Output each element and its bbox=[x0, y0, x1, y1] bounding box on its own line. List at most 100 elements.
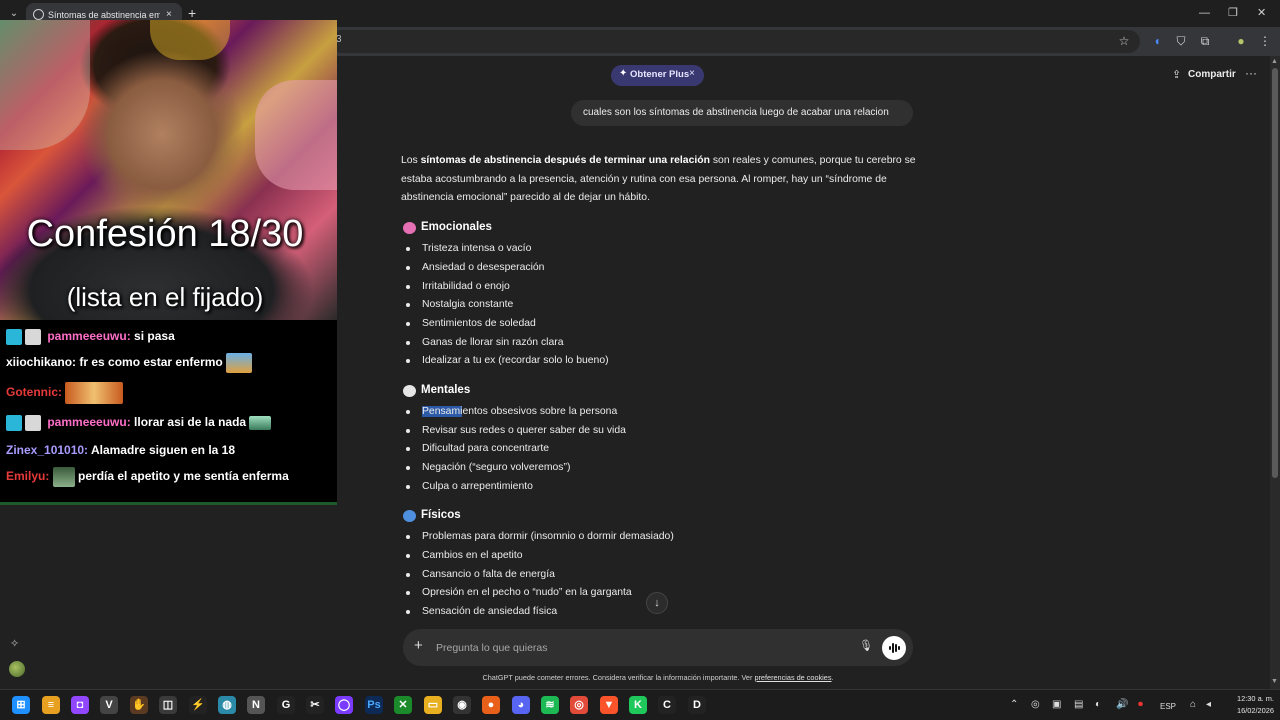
file-explorer-icon[interactable]: ▭ bbox=[424, 696, 442, 714]
page-scrollbar[interactable]: ▲ ▼ bbox=[1270, 56, 1280, 689]
waveform-icon bbox=[892, 643, 894, 653]
windows-taskbar: ⊞ ≡ ◘ V ✋ ◫ ⚡ ◍ N G ✂ ◯ Ps ✕ ▭ ◉ ● ◕ ≋ ◎… bbox=[0, 689, 1280, 720]
webcam-background-poster bbox=[150, 20, 230, 60]
scrollbar-thumb[interactable] bbox=[1272, 68, 1278, 478]
windows-start-icon[interactable]: ⊞ bbox=[12, 696, 30, 714]
firefox-icon[interactable]: ● bbox=[482, 696, 500, 714]
c-app-icon[interactable]: C bbox=[658, 696, 676, 714]
brave-icon[interactable]: ▼ bbox=[600, 696, 618, 714]
notion-icon[interactable]: N bbox=[247, 696, 265, 714]
capture-app-icon[interactable]: ◫ bbox=[159, 696, 177, 714]
chat-text: si pasa bbox=[134, 329, 175, 343]
list-item: Cambios en el apetito bbox=[422, 550, 523, 561]
badge-icon bbox=[25, 414, 41, 431]
chat-text: Alamadre siguen en la 18 bbox=[90, 443, 236, 457]
stacks-app-icon[interactable]: ≡ bbox=[42, 696, 60, 714]
spotify-icon[interactable]: ≋ bbox=[541, 696, 559, 714]
bookmark-star-icon[interactable]: ☆ bbox=[1116, 33, 1132, 49]
scroll-to-bottom-button[interactable]: ↓ bbox=[646, 592, 668, 614]
list-item: Ganas de llorar sin razón clara bbox=[422, 337, 564, 348]
list-item: Dificultad para concentrarte bbox=[422, 443, 550, 454]
section-title: Físicos bbox=[421, 509, 461, 521]
obs-purple-icon[interactable]: ◯ bbox=[335, 696, 353, 714]
volume-icon[interactable]: 🔊 bbox=[1116, 699, 1128, 711]
speaker-icon[interactable]: ◂ bbox=[1206, 699, 1211, 711]
bullet-dot bbox=[406, 322, 410, 326]
bullet-dot bbox=[406, 447, 410, 451]
bullet-dot bbox=[406, 266, 410, 270]
twitch-icon[interactable]: ◘ bbox=[71, 696, 89, 714]
chat-username: pammeeeuwu: bbox=[47, 415, 131, 429]
profile-avatar-icon[interactable]: ● bbox=[1233, 33, 1249, 49]
waveform-icon bbox=[889, 646, 891, 650]
discord-icon[interactable]: ◕ bbox=[512, 696, 530, 714]
microphone-icon[interactable]: 🎙 bbox=[858, 639, 874, 655]
hand-app-icon[interactable]: ✋ bbox=[130, 696, 148, 714]
extensions-puzzle-icon[interactable]: ⧉ bbox=[1197, 33, 1213, 49]
kick-icon[interactable]: K bbox=[629, 696, 647, 714]
list-item: Ansiedad o desesperación bbox=[422, 262, 545, 273]
stream-overlay-title: Confesión 18/30 bbox=[26, 213, 304, 255]
section-title: Emocionales bbox=[421, 221, 492, 233]
tray-app-icon[interactable]: ▤ bbox=[1074, 699, 1083, 711]
bullet-dot bbox=[406, 341, 410, 345]
read-aloud-icon[interactable]: ◖ bbox=[1149, 33, 1165, 49]
photoshop-icon[interactable]: Ps bbox=[365, 696, 383, 714]
tray-expand-chevron-icon[interactable]: ⌃ bbox=[1010, 699, 1018, 711]
tray-app-icon[interactable]: ▣ bbox=[1052, 699, 1061, 711]
webcam-background-poster bbox=[255, 80, 337, 190]
d-app-icon[interactable]: D bbox=[688, 696, 706, 714]
voice-mode-button[interactable] bbox=[882, 636, 906, 660]
dismiss-plus-icon[interactable]: × bbox=[689, 68, 695, 79]
input-language[interactable]: ESP bbox=[1160, 701, 1176, 713]
list-item: Opresión en el pecho o “nudo” en la garg… bbox=[422, 587, 632, 598]
capcut-icon[interactable]: ✂ bbox=[306, 696, 324, 714]
sparkle-icon: ✦ bbox=[619, 68, 628, 79]
bullet-dot bbox=[406, 247, 410, 251]
xbox-icon[interactable]: ✕ bbox=[394, 696, 412, 714]
chat-message: Zinex_101010: Alamadre siguen en la 18 bbox=[6, 439, 235, 461]
more-options-button[interactable]: ··· bbox=[1245, 66, 1257, 80]
chat-text: llorar asi de la nada bbox=[134, 415, 247, 429]
tray-app-icon[interactable]: ◎ bbox=[1031, 699, 1040, 711]
steam-tray-icon[interactable]: ◐ bbox=[1095, 699, 1101, 711]
intro-text-bold: síntomas de abstinencia después de termi… bbox=[420, 155, 710, 166]
browser-menu-icon[interactable]: ⋮ bbox=[1257, 33, 1273, 49]
user-avatar[interactable] bbox=[9, 661, 25, 677]
list-item: Negación (“seguro volveremos”) bbox=[422, 462, 571, 473]
badge-icon bbox=[6, 328, 22, 345]
window-close-button[interactable]: ✕ bbox=[1257, 5, 1266, 21]
microphone-tray-icon[interactable]: ⏺ bbox=[1138, 699, 1143, 711]
lightning-app-icon[interactable]: ⚡ bbox=[189, 696, 207, 714]
g-app-icon[interactable]: G bbox=[277, 696, 295, 714]
chat-emote bbox=[226, 352, 253, 373]
clock-time: 12:30 a. m. bbox=[1237, 694, 1274, 703]
obs-studio-icon[interactable]: ◉ bbox=[453, 696, 471, 714]
brain-emoji-icon bbox=[403, 222, 416, 234]
address-bar[interactable]: 3 bbox=[330, 30, 1140, 53]
edge-browser-icon[interactable]: ◍ bbox=[218, 696, 236, 714]
chat-username: Emilyu: bbox=[6, 469, 50, 483]
chat-text: perdía el apetito y me sentía enferma bbox=[78, 469, 289, 483]
cookie-preferences-link[interactable]: preferencias de cookies bbox=[754, 673, 831, 682]
share-label: Compartir bbox=[1188, 69, 1236, 80]
shield-extension-icon[interactable]: ⛉ bbox=[1173, 33, 1189, 49]
bullet-dot bbox=[406, 573, 410, 577]
scroll-up-arrow-icon[interactable]: ▲ bbox=[1271, 58, 1278, 65]
window-restore-button[interactable]: ❐ bbox=[1228, 5, 1238, 21]
valorant-icon[interactable]: V bbox=[100, 696, 118, 714]
scroll-down-arrow-icon[interactable]: ▼ bbox=[1271, 678, 1278, 685]
stream-overlay-subtitle: (lista en el fijado) bbox=[66, 282, 264, 312]
list-item: Tristeza intensa o vacío bbox=[422, 243, 532, 254]
network-icon[interactable]: ⌂ bbox=[1190, 699, 1196, 711]
system-clock[interactable]: 12:30 a. m. 16/02/2026 bbox=[1220, 693, 1274, 717]
window-minimize-button[interactable]: — bbox=[1199, 5, 1210, 21]
message-composer: + 🎙 bbox=[403, 629, 913, 666]
attach-plus-icon[interactable]: + bbox=[414, 637, 423, 655]
bullet-dot bbox=[406, 359, 410, 363]
sidebar-sparkle-icon[interactable]: ✧ bbox=[10, 637, 19, 650]
streamer-webcam bbox=[0, 20, 337, 320]
chrome-icon[interactable]: ◎ bbox=[570, 696, 588, 714]
prompt-input[interactable] bbox=[436, 640, 846, 656]
get-plus-button[interactable]: ✦ Obtener Plus × bbox=[611, 65, 704, 86]
